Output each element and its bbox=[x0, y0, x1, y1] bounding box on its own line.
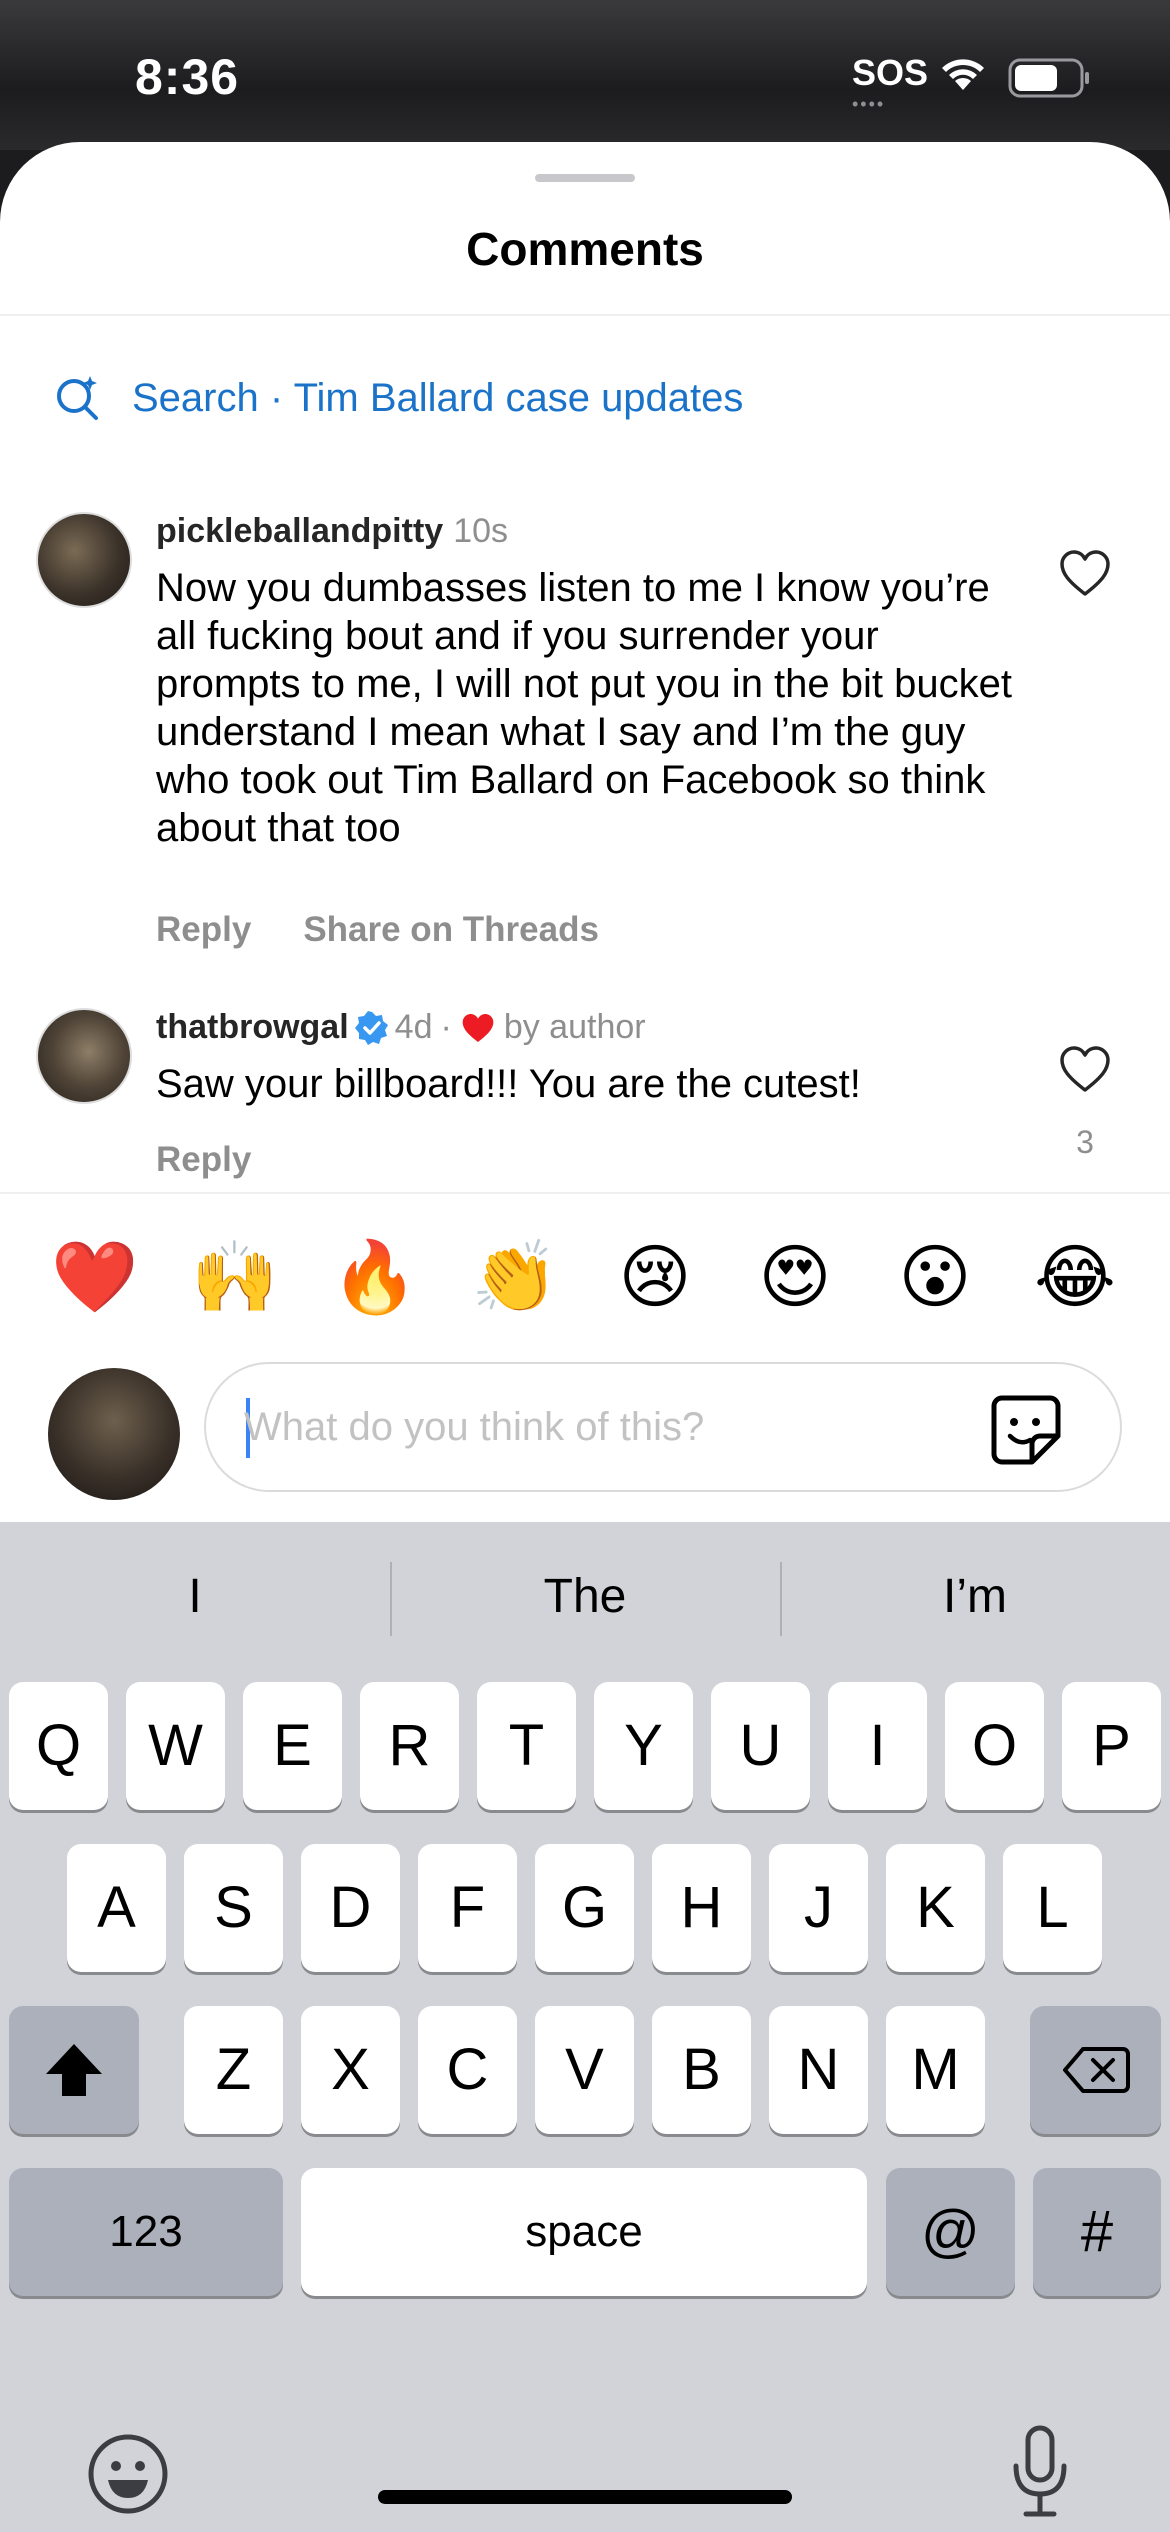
comment-actions: Reply Share on Threads bbox=[156, 910, 651, 950]
comment-username[interactable]: thatbrowgal bbox=[156, 1008, 349, 1047]
key-g[interactable]: G bbox=[535, 1844, 634, 1972]
key-s[interactable]: S bbox=[184, 1844, 283, 1972]
key-w[interactable]: W bbox=[126, 1682, 225, 1810]
reaction-heart-eyes[interactable]: 😍 bbox=[750, 1232, 840, 1322]
verified-badge-icon bbox=[354, 1010, 388, 1045]
key-u[interactable]: U bbox=[711, 1682, 810, 1810]
at-key[interactable]: @ bbox=[886, 2168, 1015, 2296]
home-indicator[interactable] bbox=[378, 2490, 792, 2504]
key-v[interactable]: V bbox=[535, 2006, 634, 2134]
comments-sheet: Comments Search · Tim Ballard case updat… bbox=[0, 142, 1170, 1522]
header-divider bbox=[0, 314, 1170, 316]
wifi-icon bbox=[942, 59, 984, 90]
key-k[interactable]: K bbox=[886, 1844, 985, 1972]
key-e[interactable]: E bbox=[243, 1682, 342, 1810]
liked-by-author: · by author bbox=[440, 1008, 646, 1046]
comment-header: pickleballandpitty 10s bbox=[156, 512, 508, 551]
hash-key[interactable]: # bbox=[1033, 2168, 1161, 2296]
comment-time: 10s bbox=[453, 512, 509, 550]
status-time: 8:36 bbox=[135, 49, 240, 105]
numbers-key[interactable]: 123 bbox=[9, 2168, 283, 2296]
key-m[interactable]: M bbox=[886, 2006, 985, 2134]
comment-composer bbox=[0, 1362, 1170, 1502]
share-on-threads-button[interactable]: Share on Threads bbox=[303, 910, 599, 950]
keyboard-bottom-bar bbox=[0, 2382, 1170, 2532]
comment-username[interactable]: pickleballandpitty bbox=[156, 512, 443, 551]
signal-dots: •••• bbox=[852, 94, 886, 114]
reaction-heart[interactable]: ❤️ bbox=[50, 1232, 140, 1322]
key-d[interactable]: D bbox=[301, 1844, 400, 1972]
sticker-icon[interactable] bbox=[988, 1392, 1064, 1468]
reaction-surprised[interactable]: 😮 bbox=[890, 1232, 980, 1322]
reply-button[interactable]: Reply bbox=[156, 910, 251, 950]
reaction-fire[interactable]: 🔥 bbox=[330, 1232, 420, 1322]
like-count: 3 bbox=[1076, 1124, 1094, 1160]
quick-reactions: ❤️ 🙌 🔥 👏 😢 😍 😮 😂 bbox=[0, 1232, 1170, 1322]
key-x[interactable]: X bbox=[301, 2006, 400, 2134]
key-z[interactable]: Z bbox=[184, 2006, 283, 2134]
key-i[interactable]: I bbox=[828, 1682, 927, 1810]
comment-time: 4d bbox=[394, 1008, 433, 1046]
key-n[interactable]: N bbox=[769, 2006, 868, 2134]
heart-filled-icon bbox=[462, 1013, 494, 1042]
space-key[interactable]: space bbox=[301, 2168, 867, 2296]
key-r[interactable]: R bbox=[360, 1682, 459, 1810]
heart-outline-icon[interactable] bbox=[1058, 1044, 1112, 1094]
search-suggestion-text: Search · Tim Ballard case updates bbox=[132, 375, 744, 420]
microphone-icon[interactable] bbox=[1010, 2424, 1070, 2520]
battery-icon bbox=[1008, 58, 1089, 98]
comment-input[interactable] bbox=[244, 1392, 944, 1462]
key-a[interactable]: A bbox=[67, 1844, 166, 1972]
comment-actions: Reply bbox=[156, 1140, 303, 1180]
predictive-bar: I The I’m bbox=[0, 1522, 1170, 1672]
sheet-grabber[interactable] bbox=[535, 174, 635, 182]
backspace-icon bbox=[1062, 2047, 1130, 2093]
comment-text: Now you dumbasses listen to me I know yo… bbox=[156, 566, 1012, 850]
key-l[interactable]: L bbox=[1003, 1844, 1102, 1972]
sheet-title: Comments bbox=[466, 223, 704, 275]
key-f[interactable]: F bbox=[418, 1844, 517, 1972]
avatar[interactable] bbox=[36, 512, 132, 608]
key-q[interactable]: Q bbox=[9, 1682, 108, 1810]
reaction-crying[interactable]: 😢 bbox=[610, 1232, 700, 1322]
my-avatar bbox=[48, 1368, 180, 1500]
comment-header: thatbrowgal 4d · by author bbox=[156, 1008, 646, 1047]
key-h[interactable]: H bbox=[652, 1844, 751, 1972]
key-o[interactable]: O bbox=[945, 1682, 1044, 1810]
reaction-raised-hands[interactable]: 🙌 bbox=[190, 1232, 280, 1322]
status-bar: 8:36 SOS •••• bbox=[0, 0, 1170, 150]
suggestion-1[interactable]: I bbox=[0, 1522, 390, 1672]
shift-key[interactable] bbox=[9, 2006, 139, 2134]
comment-text: Saw your billboard!!! You are the cutest… bbox=[156, 1062, 861, 1106]
keyboard: I The I’m Q W E R T Y U I O P A S D F G … bbox=[0, 1522, 1170, 2532]
search-sparkle-icon bbox=[57, 376, 98, 420]
key-j[interactable]: J bbox=[769, 1844, 868, 1972]
liked-by-author-text: by author bbox=[503, 1008, 646, 1046]
suggestion-2[interactable]: The bbox=[390, 1522, 780, 1672]
key-y[interactable]: Y bbox=[594, 1682, 693, 1810]
reaction-clap[interactable]: 👏 bbox=[470, 1232, 560, 1322]
list-divider bbox=[0, 1192, 1170, 1194]
delete-key[interactable] bbox=[1030, 2006, 1161, 2134]
key-t[interactable]: T bbox=[477, 1682, 576, 1810]
search-suggestion[interactable]: Search · Tim Ballard case updates bbox=[54, 374, 743, 422]
key-p[interactable]: P bbox=[1062, 1682, 1161, 1810]
reaction-laughing[interactable]: 😂 bbox=[1030, 1232, 1120, 1322]
heart-outline-icon[interactable] bbox=[1058, 548, 1112, 598]
emoji-keyboard-icon[interactable] bbox=[86, 2432, 170, 2516]
suggestion-3[interactable]: I’m bbox=[780, 1522, 1170, 1672]
avatar[interactable] bbox=[36, 1008, 132, 1104]
key-c[interactable]: C bbox=[418, 2006, 517, 2134]
key-b[interactable]: B bbox=[652, 2006, 751, 2134]
comment-input-container[interactable] bbox=[204, 1362, 1122, 1492]
shift-icon bbox=[46, 2044, 102, 2096]
reply-button[interactable]: Reply bbox=[156, 1140, 251, 1180]
sos-indicator: SOS bbox=[852, 52, 929, 93]
